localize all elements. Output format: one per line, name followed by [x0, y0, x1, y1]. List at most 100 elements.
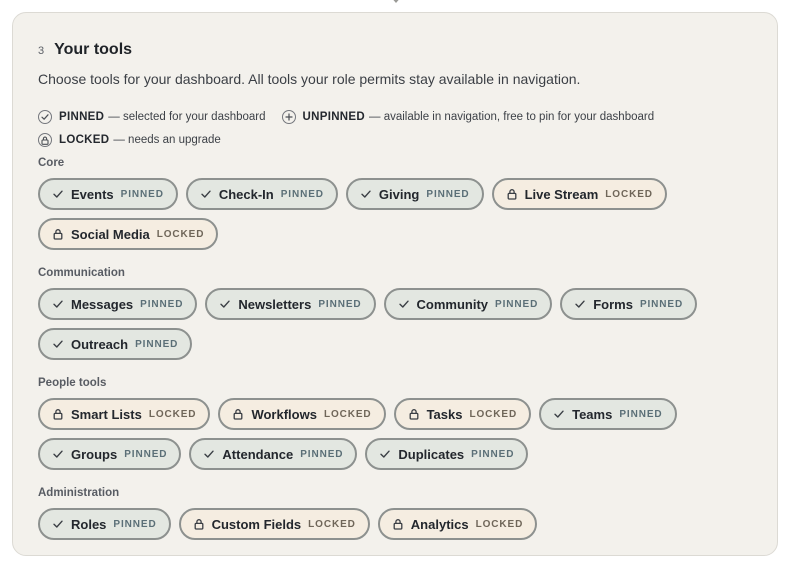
tool-group: Communication Messages PINNED Newsletters PI… [38, 267, 777, 368]
legend-locked: LOCKED — needs an upgrade [38, 133, 221, 147]
tool-name: Newsletters [238, 296, 312, 312]
tool-chip-list: Events PINNED Check-In PINNED Giving PINNED Li… [38, 178, 758, 258]
check-icon [52, 298, 64, 310]
tool-status-badge: LOCKED [323, 408, 372, 420]
lock-circle-icon [38, 133, 52, 147]
tool-status-badge: LOCKED [469, 408, 518, 420]
tool-name: Analytics [410, 516, 469, 532]
tool-name: Custom Fields [211, 516, 302, 532]
tool-name: Check-In [218, 186, 274, 202]
tool-chip-smart-lists[interactable]: Smart Lists LOCKED [38, 398, 211, 430]
tool-chip-list: Smart Lists LOCKED Workflows LOCKED Tasks LOC… [38, 398, 758, 478]
tool-chip-community[interactable]: Community PINNED [383, 288, 553, 320]
tool-chip-list: Roles PINNED Custom Fields LOCKED Analytics L… [38, 508, 758, 548]
tool-name: Teams [572, 406, 613, 422]
tool-status-badge: PINNED [135, 338, 179, 350]
tool-chip-outreach[interactable]: Outreach PINNED [38, 328, 193, 360]
legend-pinned-label: PINNED [59, 111, 105, 123]
legend-unpinned-text: — available in navigation, free to pin f… [369, 111, 655, 123]
tool-chip-giving[interactable]: Giving PINNED [345, 178, 484, 210]
lock-icon [392, 518, 404, 530]
check-icon [52, 518, 64, 530]
tool-name: Events [71, 186, 114, 202]
tool-status-badge: LOCKED [605, 188, 653, 200]
popover-caret-icon [390, 0, 402, 3]
tool-name: Attendance [222, 446, 294, 462]
tool-chip-newsletters[interactable]: Newsletters PINNED [205, 288, 376, 320]
tool-groups: Core Events PINNED Check-In PINNED Giving PINN… [38, 157, 777, 548]
step-header: 3 Your tools [38, 41, 777, 63]
tool-name: Duplicates [398, 446, 465, 462]
tool-status-badge: PINNED [280, 188, 324, 200]
lock-icon [408, 408, 420, 420]
tool-status-badge: PINNED [124, 448, 168, 460]
tool-name: Community [416, 296, 489, 312]
legend-unpinned-label: UNPINNED [302, 111, 365, 123]
check-circle-icon [38, 110, 52, 124]
tool-chip-duplicates[interactable]: Duplicates PINNED [365, 438, 529, 470]
tool-status-badge: PINNED [120, 188, 164, 200]
tool-chip-analytics[interactable]: Analytics LOCKED [377, 508, 538, 540]
tool-group: Core Events PINNED Check-In PINNED Giving PINN… [38, 157, 777, 258]
tool-status-badge: LOCKED [148, 408, 197, 420]
tools-step-card: 3 Your tools Choose tools for your dashb… [12, 12, 778, 556]
tool-name: Messages [71, 296, 134, 312]
tool-chip-groups[interactable]: Groups PINNED [38, 438, 182, 470]
tool-chip-teams[interactable]: Teams PINNED [539, 398, 677, 430]
step-number: 3 [38, 45, 45, 57]
tool-chip-social-media[interactable]: Social Media LOCKED [38, 218, 219, 250]
check-icon [379, 448, 391, 460]
tool-status-badge: PINNED [471, 448, 515, 460]
tool-status-badge: PINNED [318, 298, 362, 310]
tool-status-badge: PINNED [495, 298, 539, 310]
tool-group: People tools Smart Lists LOCKED Workflows LO… [38, 377, 777, 478]
tool-status-badge: LOCKED [308, 518, 356, 530]
status-legend: PINNED — selected for your dashboard UNP… [38, 109, 777, 148]
check-icon [553, 408, 565, 420]
section-description: Choose tools for your dashboard. All too… [38, 71, 581, 87]
tool-name: Workflows [251, 406, 317, 422]
tool-status-badge: LOCKED [156, 228, 205, 240]
check-icon [203, 448, 215, 460]
lock-icon [232, 408, 244, 420]
check-icon [219, 298, 231, 310]
tool-chip-workflows[interactable]: Workflows LOCKED [218, 398, 386, 430]
legend-unpinned: UNPINNED — available in navigation, free… [281, 110, 655, 124]
legend-locked-text: — needs an upgrade [113, 134, 221, 146]
tool-chip-events[interactable]: Events PINNED [38, 178, 178, 210]
lock-icon [193, 518, 205, 530]
check-icon [574, 298, 586, 310]
tool-chip-forms[interactable]: Forms PINNED [560, 288, 698, 320]
legend-locked-label: LOCKED [59, 134, 110, 146]
check-icon [52, 338, 64, 350]
tool-status-badge: PINNED [300, 448, 344, 460]
group-label: Core [38, 157, 65, 169]
tool-name: Giving [378, 186, 420, 202]
lock-icon [52, 228, 64, 240]
check-icon [398, 298, 410, 310]
group-label: Administration [38, 487, 120, 499]
tool-chip-tasks[interactable]: Tasks LOCKED [393, 398, 532, 430]
tool-name: Outreach [71, 336, 129, 352]
group-label: People tools [38, 377, 107, 389]
tool-chip-attendance[interactable]: Attendance PINNED [189, 438, 358, 470]
plus-circle-icon [281, 110, 296, 124]
tool-name: Forms [593, 296, 633, 312]
tool-name: Groups [71, 446, 118, 462]
tool-status-badge: LOCKED [475, 518, 524, 530]
group-label: Communication [38, 267, 125, 279]
tool-chip-check-in[interactable]: Check-In PINNED [185, 178, 338, 210]
tool-group: Administration Roles PINNED Custom Fields LO… [38, 487, 777, 548]
tool-chip-messages[interactable]: Messages PINNED [38, 288, 198, 320]
tool-name: Social Media [71, 226, 150, 242]
tool-status-badge: PINNED [113, 518, 157, 530]
tool-name: Tasks [426, 406, 463, 422]
lock-icon [506, 188, 518, 200]
tool-chip-roles[interactable]: Roles PINNED [38, 508, 171, 540]
tool-chip-custom-fields[interactable]: Custom Fields LOCKED [178, 508, 370, 540]
tool-chip-live-stream[interactable]: Live Stream LOCKED [491, 178, 667, 210]
check-icon [200, 188, 212, 200]
tool-status-badge: PINNED [619, 408, 663, 420]
lock-icon [52, 408, 64, 420]
tool-name: Smart Lists [71, 406, 142, 422]
